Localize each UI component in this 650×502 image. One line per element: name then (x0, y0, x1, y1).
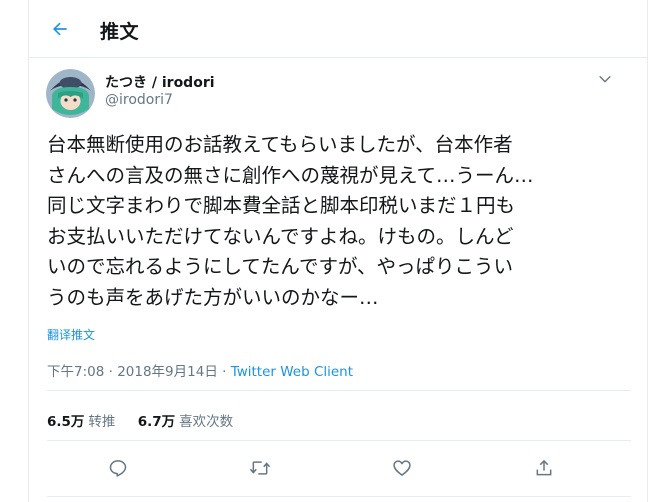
arrow-left-icon (53, 22, 67, 36)
retweet-button[interactable] (247, 455, 273, 481)
page-title: 推文 (100, 21, 140, 43)
share-button[interactable] (531, 455, 557, 481)
tweet-text: 台本無断使用のお話教えてもらいましたが、台本作者 さんへの言及の無さに創作への蔑… (47, 130, 637, 313)
tweet-text-line: 同じ文字まわりで脚本費全話と脚本印税いまだ１円も (47, 194, 516, 217)
divider (47, 440, 631, 441)
display-name[interactable]: たつき / irodori (105, 72, 215, 92)
likes-label: 喜欢次数 (179, 414, 234, 430)
likes-stat[interactable]: 6.7万 喜欢次数 (138, 414, 233, 430)
translate-tweet-link[interactable]: 翻译推文 (47, 326, 95, 343)
tweet-text-line: さんへの言及の無さに創作への蔑視が見えて…うーん… (47, 163, 534, 187)
like-button[interactable] (389, 455, 415, 481)
client-link[interactable]: Twitter Web Client (231, 364, 353, 380)
timestamp[interactable]: 下午7:08 · 2018年9月14日 · (47, 364, 231, 380)
tweet-meta: 下午7:08 · 2018年9月14日 · Twitter Web Client (47, 360, 353, 380)
tweet-text-line: いので忘れるようにしてたんですが、やっぱりこうい (47, 255, 514, 278)
retweets-label: 转推 (88, 414, 116, 430)
engagement-stats: 6.5万 转推 6.7万 喜欢次数 (47, 410, 251, 430)
user-handle[interactable]: @irodori7 (105, 92, 173, 108)
divider (47, 496, 631, 497)
more-menu-button[interactable] (594, 68, 616, 90)
tweet-text-line: 台本無断使用のお話教えてもらいましたが、台本作者 (47, 133, 513, 156)
likes-count: 6.7万 (137, 414, 176, 430)
retweets-count: 6.5万 (47, 414, 85, 430)
retweets-stat[interactable]: 6.5万 转推 (47, 414, 115, 430)
divider (47, 390, 631, 391)
heart-icon (393, 460, 411, 476)
tweet-text-line: うのも声をあげた方がいいのかなー… (47, 285, 379, 309)
back-button[interactable] (43, 12, 77, 46)
tweet-text-line: お支払いいただけてないんですよね。けもの。しんど (47, 224, 514, 248)
reply-icon (109, 460, 127, 477)
avatar[interactable] (46, 69, 95, 118)
retweet-icon (249, 461, 271, 475)
share-icon (536, 459, 552, 476)
reply-button[interactable] (105, 455, 131, 481)
tweet-page: 推文 たつき / irodori @irodori7 台本無断使用のお話教えても… (28, 0, 648, 502)
page-header: 推文 (29, 0, 647, 58)
chevron-down-icon (599, 75, 611, 83)
